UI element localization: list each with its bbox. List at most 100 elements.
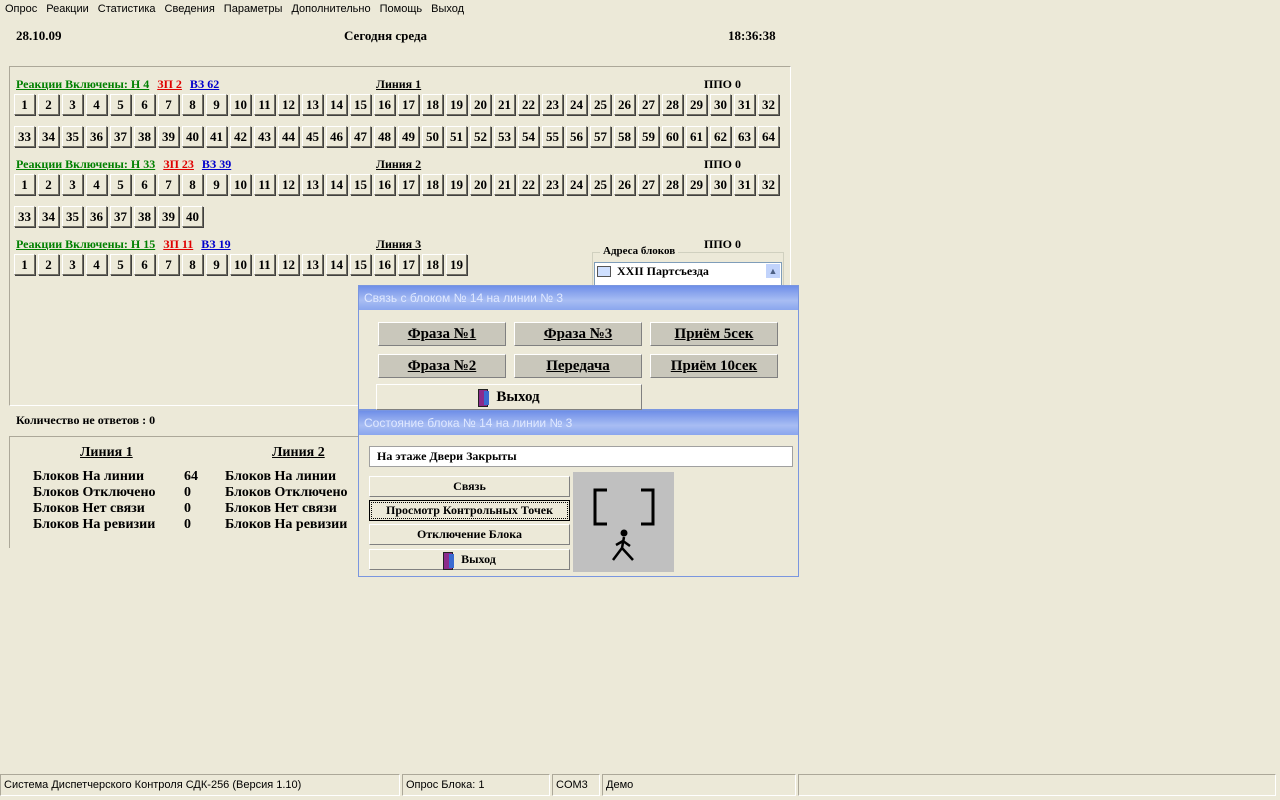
block-button[interactable]: 27 — [638, 94, 659, 115]
address-item[interactable]: XXII Партсъезда — [597, 264, 709, 279]
scroll-up-arrow-icon[interactable]: ▲ — [765, 263, 781, 279]
block-button[interactable]: 18 — [422, 94, 443, 115]
block-button[interactable]: 31 — [734, 94, 755, 115]
menu-exit[interactable]: Выход — [426, 0, 468, 18]
block-button[interactable]: 61 — [686, 126, 707, 147]
block-button[interactable]: 25 — [590, 174, 611, 195]
block-button[interactable]: 10 — [230, 174, 251, 195]
transmit-button[interactable]: Передача — [514, 354, 642, 378]
block-button[interactable]: 22 — [518, 174, 539, 195]
block-button[interactable]: 15 — [350, 174, 371, 195]
block-button[interactable]: 4 — [86, 94, 107, 115]
block-button[interactable]: 58 — [614, 126, 635, 147]
block-button[interactable]: 28 — [662, 174, 683, 195]
block-button[interactable]: 8 — [182, 254, 203, 275]
block-button[interactable]: 50 — [422, 126, 443, 147]
block-button[interactable]: 63 — [734, 126, 755, 147]
block-button[interactable]: 30 — [710, 94, 731, 115]
block-button[interactable]: 23 — [542, 174, 563, 195]
block-button[interactable]: 64 — [758, 126, 779, 147]
block-button[interactable]: 46 — [326, 126, 347, 147]
block-button[interactable]: 25 — [590, 94, 611, 115]
menu-reactions[interactable]: Реакции — [41, 0, 93, 18]
block-button[interactable]: 2 — [38, 174, 59, 195]
block-button[interactable]: 20 — [470, 174, 491, 195]
menu-additional[interactable]: Дополнительно — [286, 0, 374, 18]
block-button[interactable]: 47 — [350, 126, 371, 147]
block-button[interactable]: 14 — [326, 94, 347, 115]
block-button[interactable]: 3 — [62, 94, 83, 115]
block-button[interactable]: 17 — [398, 174, 419, 195]
block-button[interactable]: 52 — [470, 126, 491, 147]
block-button[interactable]: 29 — [686, 174, 707, 195]
block-button[interactable]: 8 — [182, 94, 203, 115]
block-button[interactable]: 51 — [446, 126, 467, 147]
receive-10sec-button[interactable]: Приём 10сек — [650, 354, 778, 378]
block-button[interactable]: 3 — [62, 174, 83, 195]
block-button[interactable]: 27 — [638, 174, 659, 195]
block-button[interactable]: 10 — [230, 94, 251, 115]
block-button[interactable]: 1 — [14, 94, 35, 115]
block-button[interactable]: 11 — [254, 94, 275, 115]
block-button[interactable]: 24 — [566, 174, 587, 195]
block-button[interactable]: 14 — [326, 254, 347, 275]
block-button[interactable]: 49 — [398, 126, 419, 147]
menu-parameters[interactable]: Параметры — [219, 0, 287, 18]
block-button[interactable]: 57 — [590, 126, 611, 147]
menu-poll[interactable]: Опрос — [0, 0, 41, 18]
block-button[interactable]: 3 — [62, 254, 83, 275]
block-button[interactable]: 8 — [182, 174, 203, 195]
state-dialog-title[interactable]: Состояние блока № 14 на линии № 3 — [359, 411, 798, 435]
block-button[interactable]: 42 — [230, 126, 251, 147]
block-button[interactable]: 55 — [542, 126, 563, 147]
block-button[interactable]: 16 — [374, 94, 395, 115]
block-button[interactable]: 62 — [710, 126, 731, 147]
block-button[interactable]: 11 — [254, 174, 275, 195]
block-button[interactable]: 9 — [206, 94, 227, 115]
block-button[interactable]: 59 — [638, 126, 659, 147]
block-button[interactable]: 18 — [422, 254, 443, 275]
block-button[interactable]: 31 — [734, 174, 755, 195]
phrase2-button[interactable]: Фраза №2 — [378, 354, 506, 378]
block-button[interactable]: 29 — [686, 94, 707, 115]
block-button[interactable]: 38 — [134, 206, 155, 227]
block-button[interactable]: 23 — [542, 94, 563, 115]
block-button[interactable]: 1 — [14, 254, 35, 275]
block-button[interactable]: 15 — [350, 94, 371, 115]
block-button[interactable]: 11 — [254, 254, 275, 275]
block-button[interactable]: 39 — [158, 126, 179, 147]
block-button[interactable]: 9 — [206, 254, 227, 275]
block-button[interactable]: 35 — [62, 206, 83, 227]
block-button[interactable]: 7 — [158, 254, 179, 275]
block-button[interactable]: 60 — [662, 126, 683, 147]
block-button[interactable]: 12 — [278, 254, 299, 275]
block-button[interactable]: 19 — [446, 94, 467, 115]
block-button[interactable]: 7 — [158, 94, 179, 115]
block-button[interactable]: 34 — [38, 206, 59, 227]
block-button[interactable]: 13 — [302, 254, 323, 275]
block-button[interactable]: 26 — [614, 174, 635, 195]
block-button[interactable]: 16 — [374, 254, 395, 275]
block-button[interactable]: 19 — [446, 254, 467, 275]
block-button[interactable]: 6 — [134, 94, 155, 115]
block-button[interactable]: 2 — [38, 94, 59, 115]
block-button[interactable]: 39 — [158, 206, 179, 227]
block-button[interactable]: 28 — [662, 94, 683, 115]
block-button[interactable]: 2 — [38, 254, 59, 275]
block-button[interactable]: 36 — [86, 206, 107, 227]
block-button[interactable]: 20 — [470, 94, 491, 115]
phrase1-button[interactable]: Фраза №1 — [378, 322, 506, 346]
block-button[interactable]: 21 — [494, 94, 515, 115]
block-button[interactable]: 19 — [446, 174, 467, 195]
block-button[interactable]: 44 — [278, 126, 299, 147]
block-button[interactable]: 30 — [710, 174, 731, 195]
block-button[interactable]: 32 — [758, 94, 779, 115]
comm-exit-button[interactable]: Выход — [376, 384, 642, 410]
block-button[interactable]: 6 — [134, 254, 155, 275]
disable-block-button[interactable]: Отключение Блока — [369, 524, 570, 545]
block-button[interactable]: 54 — [518, 126, 539, 147]
phrase3-button[interactable]: Фраза №3 — [514, 322, 642, 346]
block-button[interactable]: 12 — [278, 94, 299, 115]
block-button[interactable]: 9 — [206, 174, 227, 195]
block-button[interactable]: 4 — [86, 174, 107, 195]
